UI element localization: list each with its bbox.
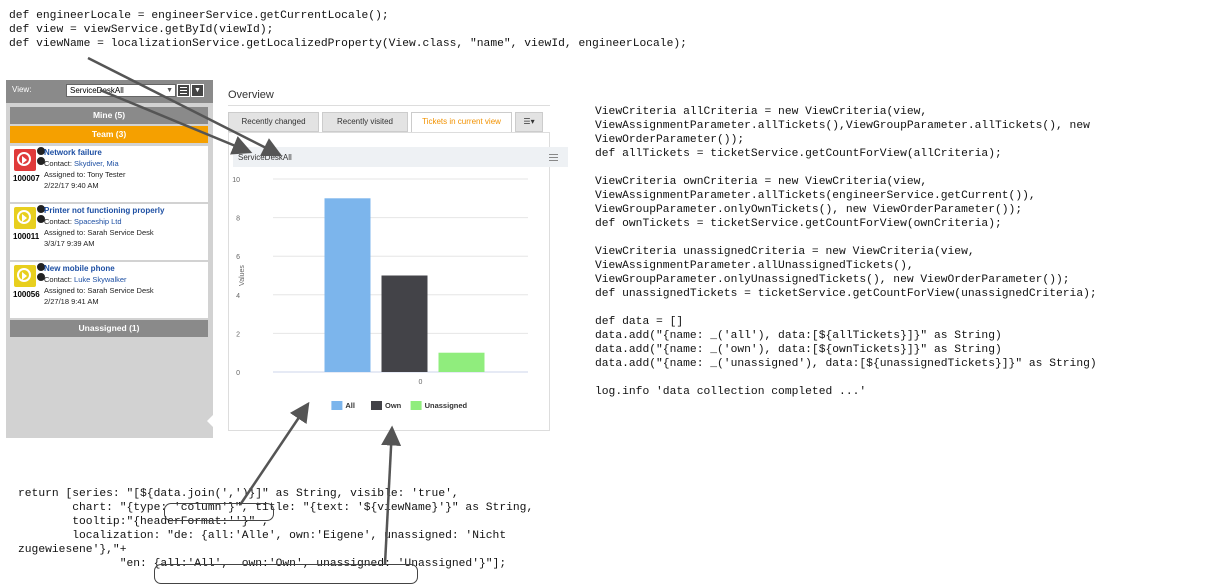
legend-swatch-own: [371, 401, 382, 410]
y-tick-label: 6: [236, 254, 240, 261]
ticket-assignee: Assigned to: Tony Tester: [44, 170, 126, 179]
y-tick-label: 10: [232, 177, 240, 184]
code-line: ViewAssignmentParameter.allTickets(),Vie…: [595, 120, 1090, 132]
y-tick-label: 4: [236, 293, 240, 300]
grid-view-icon[interactable]: [177, 84, 190, 97]
collapse-handle-icon[interactable]: [207, 415, 213, 427]
contact-link[interactable]: Luke Skywalker: [74, 275, 127, 284]
code-line: def ownTickets = ticketService.getCountF…: [595, 218, 1002, 230]
ticket-category-icon: [14, 149, 36, 171]
code-line: data.add("{name: _('own'), data:[${ownTi…: [595, 344, 1002, 356]
view-select-value: ServiceDeskAll: [70, 86, 124, 95]
view-selector-bar: View: ServiceDeskAll ▼ ▼: [6, 80, 213, 103]
code-line: ViewGroupParameter.onlyUnassignedTickets…: [595, 274, 1070, 286]
ticket-assignee: Assigned to: Sarah Service Desk: [44, 228, 154, 237]
group-header-unassigned[interactable]: Unassigned (1): [10, 320, 208, 337]
highlight-localization: [154, 564, 418, 584]
code-block-bottom: return [series: "[${data.join(',')}]" as…: [18, 487, 533, 571]
tab-recently-changed[interactable]: Recently changed: [228, 112, 319, 132]
code-line: def view = viewService.getById(viewId);: [9, 24, 274, 36]
tab-menu-button[interactable]: ☰▾: [515, 112, 543, 132]
tab-tickets-in-current-view[interactable]: Tickets in current view: [411, 112, 512, 132]
ticket-category-icon: [14, 207, 36, 229]
code-line: log.info 'data collection completed ...': [595, 386, 867, 398]
hamburger-menu-icon[interactable]: [549, 154, 558, 163]
list-icon: ☰▾: [523, 117, 535, 126]
ticket-category-icon: [14, 265, 36, 287]
legend-label-unassigned: Unassigned: [425, 401, 468, 410]
code-line: chart: "{type: 'column'}", title: "{text…: [18, 502, 534, 514]
group-header-mine[interactable]: Mine (5): [10, 107, 208, 124]
chart-title: ServiceDeskAll: [238, 153, 292, 162]
code-line: ViewCriteria ownCriteria = new ViewCrite…: [595, 176, 928, 188]
tab-recently-visited[interactable]: Recently visited: [322, 112, 408, 132]
x-tick-label: 0: [419, 379, 423, 386]
code-line: def data = []: [595, 316, 684, 328]
view-label: View:: [12, 85, 32, 94]
y-tick-label: 2: [236, 331, 240, 338]
highlight-column-type: [164, 503, 274, 521]
code-line: tooltip:"{headerFormat:''}" ,: [18, 516, 269, 528]
ticket-assignee: Assigned to: Sarah Service Desk: [44, 286, 154, 295]
view-select[interactable]: ServiceDeskAll ▼: [66, 84, 176, 97]
contact-link[interactable]: Spaceship Ltd: [74, 217, 122, 226]
code-line: localization: "de: {all:'Alle', own:'Eig…: [18, 530, 507, 542]
bar-unassigned: [438, 352, 485, 372]
ticket-id: 100011: [13, 232, 40, 241]
ticket-contact: Contact: Spaceship Ltd: [44, 217, 122, 226]
code-line: def engineerLocale = engineerService.get…: [9, 10, 389, 22]
code-line: return [series: "[${data.join(',')}]" as…: [18, 488, 459, 500]
ticket-card[interactable]: 100011 Printer not functioning properly …: [10, 204, 208, 260]
legend-label-all: All: [345, 401, 355, 410]
code-line: ViewCriteria allCriteria = new ViewCrite…: [595, 106, 928, 118]
contact-link[interactable]: Skydiver, Mia: [74, 159, 119, 168]
code-block-right: ViewCriteria allCriteria = new ViewCrite…: [595, 105, 1097, 399]
code-line: ViewCriteria unassignedCriteria = new Vi…: [595, 246, 975, 258]
ticket-date: 3/3/17 9:39 AM: [44, 239, 95, 248]
code-line: ViewOrderParameter());: [595, 134, 745, 146]
bar-all: [324, 198, 371, 372]
ticket-contact: Contact: Skydiver, Mia: [44, 159, 119, 168]
code-line: ViewAssignmentParameter.allTickets(engin…: [595, 190, 1036, 202]
ticket-id: 100007: [13, 174, 40, 183]
code-line: data.add("{name: _('all'), data:[${allTi…: [595, 330, 1002, 342]
code-line: ViewAssignmentParameter.allUnassignedTic…: [595, 260, 914, 272]
ticket-card[interactable]: 100056 New mobile phone Contact: Luke Sk…: [10, 262, 208, 318]
code-line: def unassignedTickets = ticketService.ge…: [595, 288, 1097, 300]
chart-header: ServiceDeskAll: [233, 147, 568, 167]
overview-title: Overview: [228, 89, 274, 101]
code-line: def viewName = localizationService.getLo…: [9, 38, 687, 50]
bar-chart: 0 2 4 6 8 10 Values 0 All Own Unassigned: [232, 177, 528, 410]
code-line: def allTickets = ticketService.getCountF…: [595, 148, 1002, 160]
ticket-title[interactable]: Printer not functioning properly: [44, 206, 164, 215]
ticket-title[interactable]: New mobile phone: [44, 264, 115, 273]
y-tick-label: 8: [236, 216, 240, 223]
divider: [228, 105, 550, 106]
view-dropdown-button[interactable]: ▼: [191, 84, 204, 97]
ticket-card[interactable]: 100007 Network failure Contact: Skydiver…: [10, 146, 208, 202]
legend-swatch-unassigned: [410, 401, 422, 410]
code-line: data.add("{name: _('unassigned'), data:[…: [595, 358, 1097, 370]
legend-label-own: Own: [385, 401, 402, 410]
legend-swatch-all: [331, 401, 343, 410]
ticket-title[interactable]: Network failure: [44, 148, 102, 157]
ticket-contact: Contact: Luke Skywalker: [44, 275, 127, 284]
ticket-id: 100056: [13, 290, 40, 299]
code-block-top: def engineerLocale = engineerService.get…: [9, 9, 687, 51]
y-axis-label: Values: [239, 265, 246, 286]
group-header-team[interactable]: Team (3): [10, 126, 208, 143]
code-line: ViewGroupParameter.onlyOwnTickets(), new…: [595, 204, 1023, 216]
code-line: zugewiesene'},"+: [18, 544, 127, 556]
ticket-list-panel: View: ServiceDeskAll ▼ ▼ Mine (5) Team (…: [6, 80, 213, 438]
chevron-down-icon: ▼: [166, 87, 173, 94]
bar-own: [381, 275, 428, 372]
ticket-date: 2/27/18 9:41 AM: [44, 297, 99, 306]
y-tick-label: 0: [236, 370, 240, 377]
ticket-date: 2/22/17 9:40 AM: [44, 181, 99, 190]
